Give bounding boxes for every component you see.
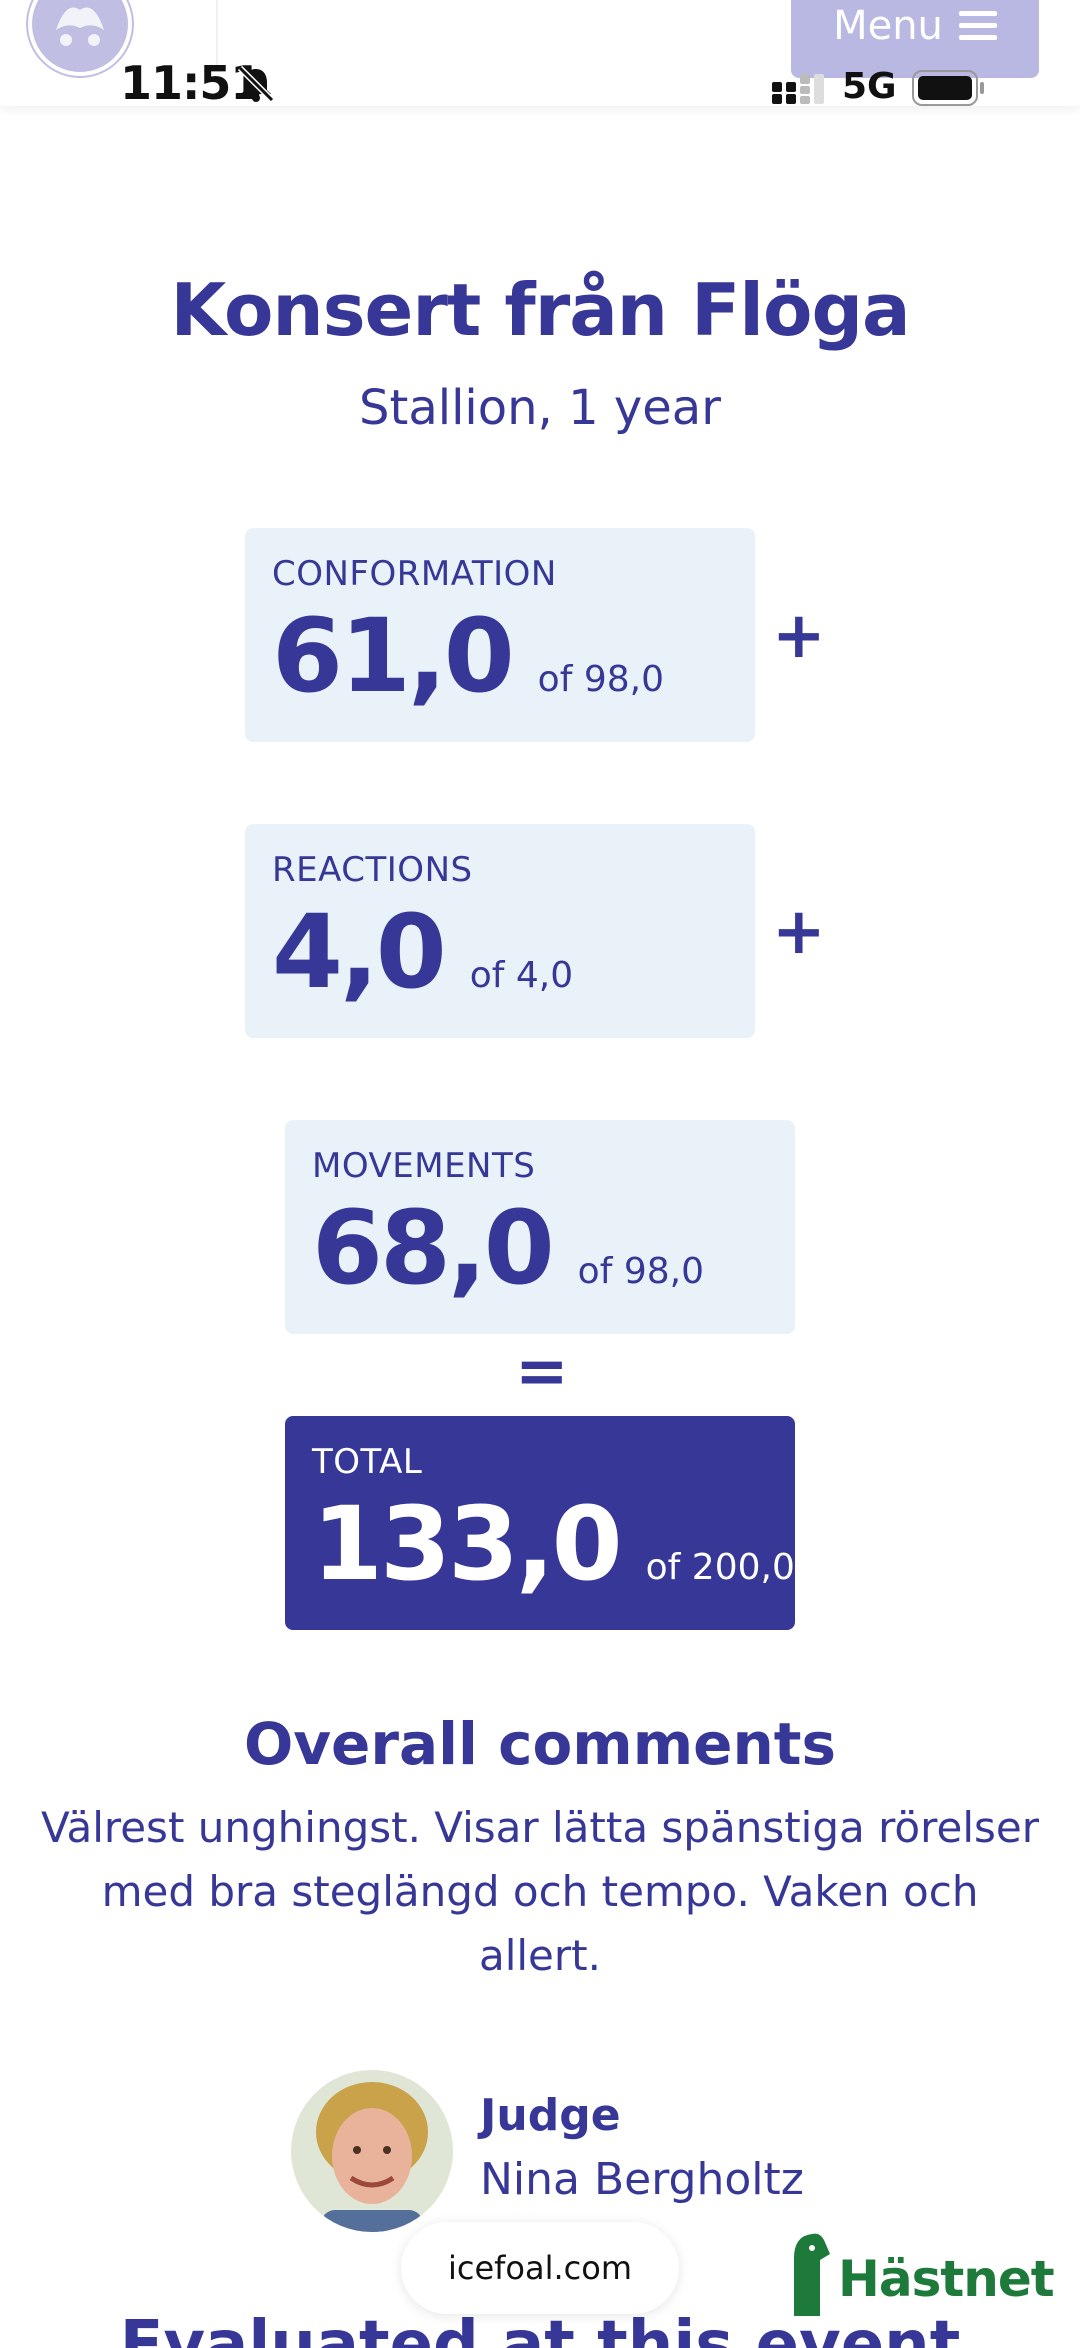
movements-card: MOVEMENTS 68,0 of 98,0 (285, 1120, 795, 1334)
judge-name: Nina Bergholtz (480, 2154, 804, 2205)
reactions-card: REACTIONS 4,0 of 4,0 (245, 824, 755, 1038)
score-label: TOTAL (312, 1442, 423, 1482)
score-value: 4,0 (272, 893, 447, 1012)
score-value: 61,0 (272, 597, 515, 716)
overall-comments-text: Välrest unghingst. Visar lätta spänstiga… (41, 1803, 1039, 1980)
score-label: MOVEMENTS (312, 1146, 536, 1186)
score-value: 133,0 (312, 1485, 623, 1604)
menu-label: Menu (833, 3, 943, 49)
site-logo[interactable] (26, 0, 134, 78)
score-max: of 200,0 (645, 1547, 795, 1588)
score-label: REACTIONS (272, 850, 473, 890)
signal-icon (772, 74, 824, 104)
horse-subtitle: Stallion, 1 year (359, 380, 721, 436)
hamburger-icon (958, 11, 997, 41)
menu-button[interactable]: Menu (791, 0, 1039, 78)
score-max: of 98,0 (577, 1251, 704, 1292)
url-text: icefoal.com (447, 2249, 633, 2287)
score-value: 68,0 (312, 1189, 555, 1308)
network-label: 5G (842, 66, 897, 107)
horse-logo-icon (28, 0, 132, 76)
site-header: Menu 11:51 5G (0, 0, 1080, 110)
battery-icon (912, 70, 984, 106)
horse-name: Konsert från Flöga (170, 268, 910, 352)
url-pill[interactable]: icefoal.com (401, 2222, 679, 2314)
overall-comments-title: Overall comments (243, 1710, 837, 1778)
judge-label: Judge (480, 2090, 621, 2141)
equals-operator: = (515, 1335, 569, 1409)
plus-operator: + (772, 895, 826, 969)
plus-operator: + (772, 599, 826, 673)
score-label: CONFORMATION (272, 554, 557, 594)
judge-avatar (291, 2070, 453, 2232)
conformation-card: CONFORMATION 61,0 of 98,0 (245, 528, 755, 742)
score-max: of 98,0 (537, 659, 664, 700)
total-card: TOTAL 133,0 of 200,0 (285, 1416, 795, 1630)
score-max: of 4,0 (469, 955, 574, 996)
brand-name[interactable]: Hästnet (838, 2250, 1055, 2308)
bell-slash-icon (237, 65, 275, 103)
judge-photo-icon (291, 2070, 453, 2232)
